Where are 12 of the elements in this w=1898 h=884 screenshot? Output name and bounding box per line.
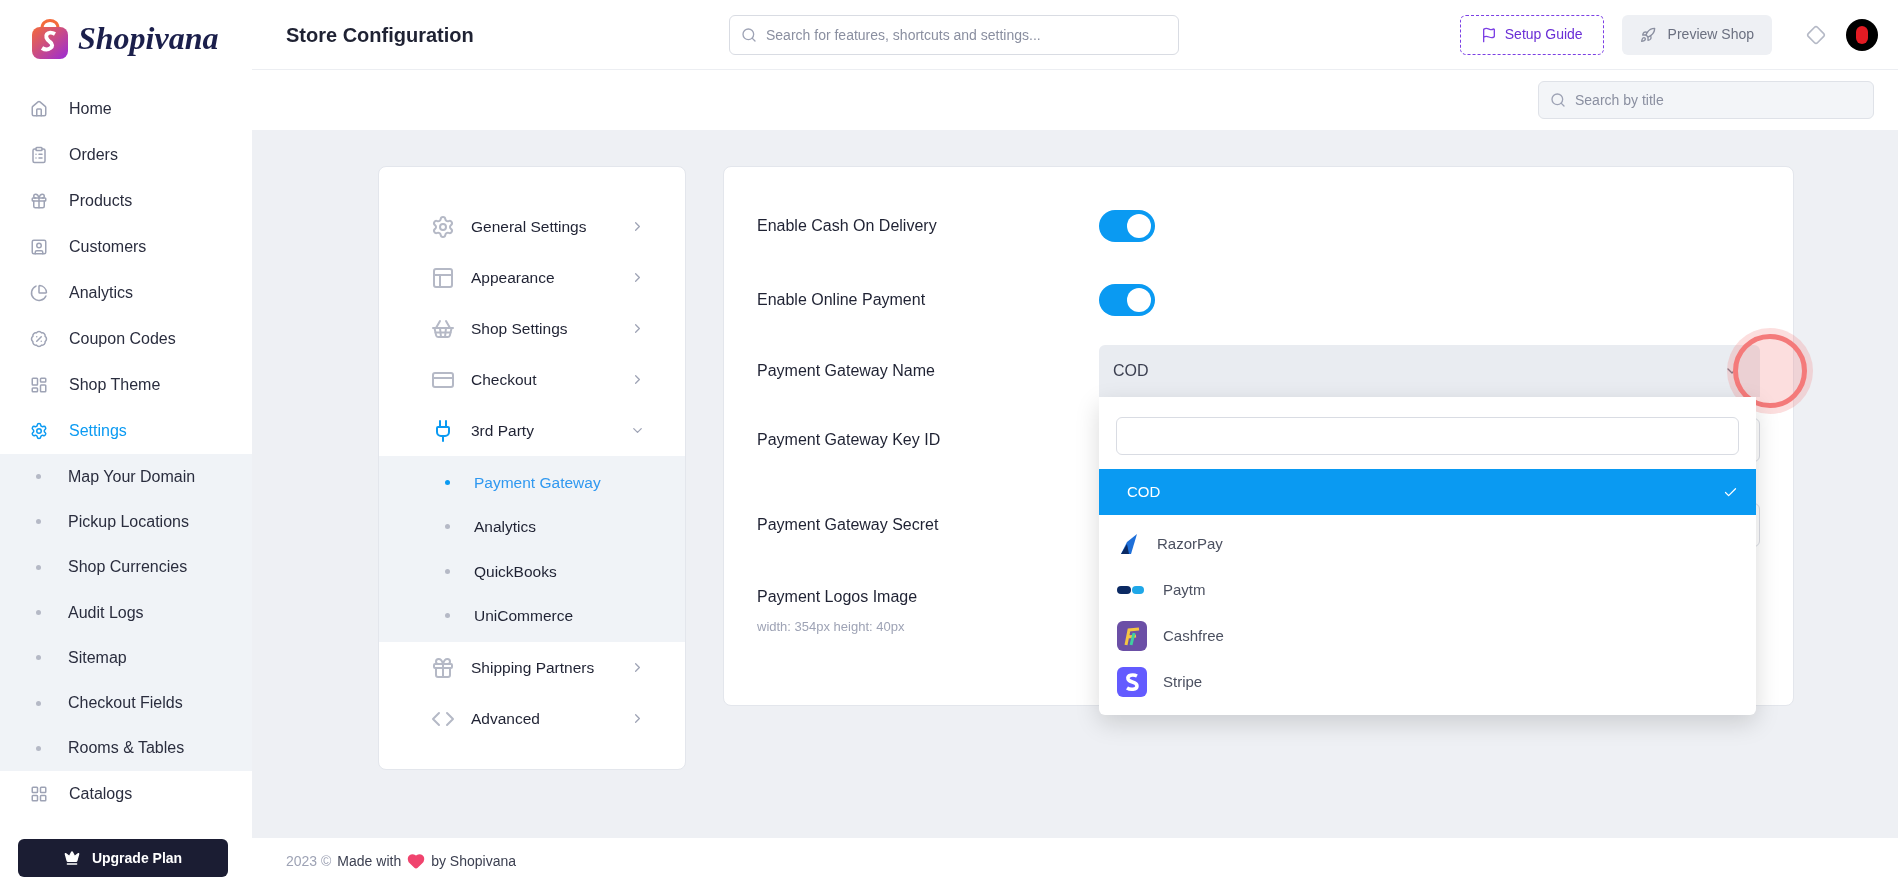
field-hint: width: 354px height: 40px bbox=[757, 618, 905, 636]
field-label: Payment Logos Image bbox=[757, 587, 918, 607]
field-label: Enable Online Payment bbox=[757, 291, 926, 308]
by-shopivana-text: by Shopivana bbox=[431, 851, 516, 871]
page-title: Store Configuration bbox=[286, 22, 475, 48]
made-with-text: Made with bbox=[337, 851, 402, 871]
field-label: Payment Gateway Secret bbox=[757, 516, 939, 533]
brand-name: Shopivana bbox=[78, 19, 219, 58]
field-label: Enable Cash On Delivery bbox=[757, 217, 937, 234]
field-label: Payment Gateway Name bbox=[757, 362, 935, 379]
copyright-year: 2023 © bbox=[286, 851, 332, 871]
field-label: Payment Gateway Key ID bbox=[757, 431, 941, 448]
